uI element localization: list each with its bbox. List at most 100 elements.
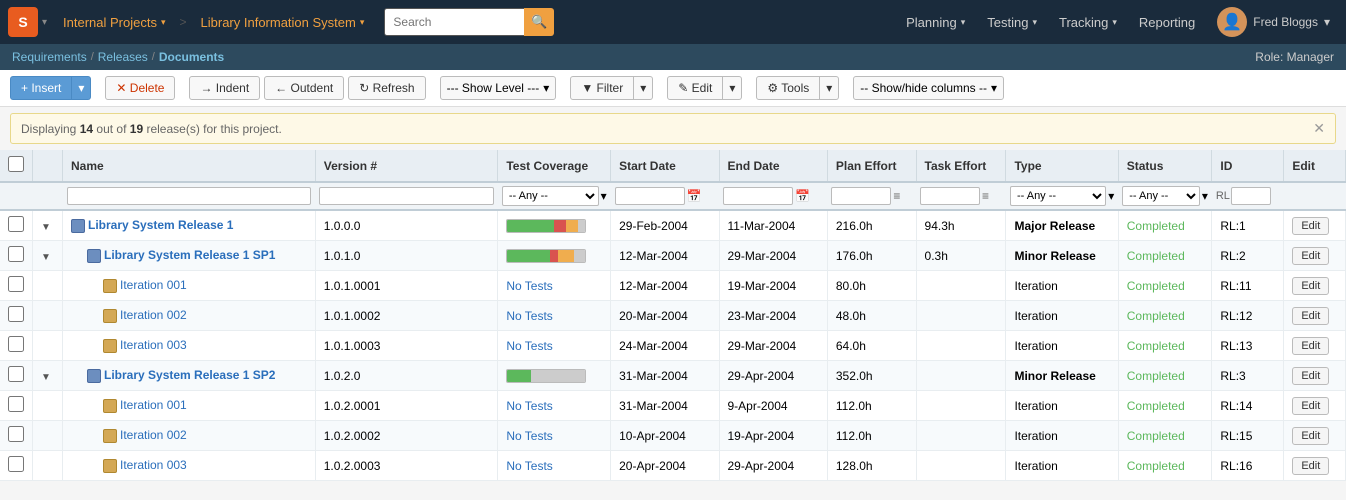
expand-collapse-icon[interactable]: ▼ xyxy=(41,372,51,383)
row-checkbox[interactable] xyxy=(8,306,24,322)
start-date-calendar-icon[interactable]: 📅 xyxy=(687,189,702,203)
header-id[interactable]: ID xyxy=(1212,150,1284,182)
filter-type-select[interactable]: -- Any -- xyxy=(1010,186,1106,206)
filter-name-input[interactable] xyxy=(67,187,312,205)
filter-coverage-select[interactable]: -- Any -- xyxy=(502,186,599,206)
row-checkbox[interactable] xyxy=(8,336,24,352)
header-plan-effort[interactable]: Plan Effort xyxy=(827,150,916,182)
row-checkbox[interactable] xyxy=(8,246,24,262)
info-close-button[interactable]: ✕ xyxy=(1313,120,1325,137)
filter-dropdown-button[interactable]: ▾ xyxy=(634,76,653,100)
tools-button[interactable]: ⚙ Tools xyxy=(756,76,820,100)
row-checkbox[interactable] xyxy=(8,276,24,292)
release-icon xyxy=(87,369,101,383)
nav-testing[interactable]: Testing ▾ xyxy=(977,11,1047,34)
row-name-link[interactable]: Iteration 003 xyxy=(120,458,187,472)
row-edit-button[interactable]: Edit xyxy=(1292,337,1329,355)
plan-effort-calc-icon[interactable]: ≡ xyxy=(893,189,900,203)
row-edit-button[interactable]: Edit xyxy=(1292,397,1329,415)
row-name-link[interactable]: Iteration 001 xyxy=(120,278,187,292)
user-menu-caret: ▾ xyxy=(1324,15,1330,29)
filter-status-select[interactable]: -- Any -- xyxy=(1122,186,1200,206)
row-edit-button[interactable]: Edit xyxy=(1292,367,1329,385)
select-all-checkbox[interactable] xyxy=(8,156,24,172)
info-count: 14 xyxy=(80,122,93,136)
insert-button[interactable]: + Insert xyxy=(10,76,72,100)
row-status-cell: Completed xyxy=(1118,241,1212,271)
row-name-link[interactable]: Library System Release 1 SP2 xyxy=(104,368,275,382)
row-name-link[interactable]: Library System Release 1 xyxy=(88,218,233,232)
nav-library-information-system[interactable]: Library Information System ▾ xyxy=(193,11,373,34)
filter-type-cell: -- Any -- ▾ xyxy=(1006,182,1118,210)
breadcrumb-requirements[interactable]: Requirements xyxy=(12,50,87,64)
show-level-select[interactable]: --- Show Level --- ▾ xyxy=(440,76,557,100)
filter-row: -- Any -- ▾ 📅 📅 xyxy=(0,182,1346,210)
nav-internal-projects[interactable]: Internal Projects ▾ xyxy=(55,11,173,34)
expand-collapse-icon[interactable]: ▼ xyxy=(41,252,51,263)
row-name-link[interactable]: Iteration 001 xyxy=(120,398,187,412)
delete-button[interactable]: ✕ Delete xyxy=(105,76,175,100)
header-type[interactable]: Type xyxy=(1006,150,1118,182)
expand-collapse-icon[interactable]: ▼ xyxy=(41,222,51,233)
row-checkbox-cell xyxy=(0,301,33,331)
header-expand-col xyxy=(33,150,63,182)
header-status[interactable]: Status xyxy=(1118,150,1212,182)
row-name-link[interactable]: Iteration 002 xyxy=(120,428,187,442)
table-header-row: Name Version # Test Coverage Start Date … xyxy=(0,150,1346,182)
row-edit-button[interactable]: Edit xyxy=(1292,307,1329,325)
refresh-button[interactable]: ↻ Refresh xyxy=(348,76,425,100)
row-type-cell: Iteration xyxy=(1006,391,1118,421)
header-end-date[interactable]: End Date xyxy=(719,150,827,182)
header-name[interactable]: Name xyxy=(63,150,316,182)
show-hide-select[interactable]: -- Show/hide columns -- ▾ xyxy=(853,76,1004,100)
user-menu[interactable]: 👤 Fred Bloggs ▾ xyxy=(1209,3,1338,41)
filter-start-date-input[interactable] xyxy=(615,187,685,205)
edit-dropdown-button[interactable]: ▾ xyxy=(723,76,742,100)
nav-dropdown-icon[interactable]: ▾ xyxy=(42,17,47,28)
header-test-coverage[interactable]: Test Coverage xyxy=(498,150,611,182)
nav-reporting[interactable]: Reporting xyxy=(1129,11,1205,34)
filter-id-input[interactable] xyxy=(1231,187,1271,205)
app-logo[interactable]: S xyxy=(8,7,38,37)
filter-version-input[interactable] xyxy=(319,187,494,205)
filter-task-effort-input[interactable] xyxy=(920,187,980,205)
row-checkbox[interactable] xyxy=(8,366,24,382)
search-button[interactable]: 🔍 xyxy=(524,8,554,36)
header-version[interactable]: Version # xyxy=(315,150,498,182)
table-row: Iteration 0011.0.2.0001No Tests31-Mar-20… xyxy=(0,391,1346,421)
row-edit-button[interactable]: Edit xyxy=(1292,427,1329,445)
header-start-date[interactable]: Start Date xyxy=(611,150,719,182)
row-checkbox[interactable] xyxy=(8,426,24,442)
indent-button[interactable]: → Indent xyxy=(189,76,260,100)
filter-end-date-input[interactable] xyxy=(723,187,793,205)
row-name-link[interactable]: Library System Release 1 SP1 xyxy=(104,248,275,262)
nav-planning[interactable]: Planning ▾ xyxy=(896,11,975,34)
coverage-segment xyxy=(531,370,586,382)
tools-dropdown-button[interactable]: ▾ xyxy=(820,76,839,100)
row-name-link[interactable]: Iteration 002 xyxy=(120,308,187,322)
insert-dropdown-button[interactable]: ▾ xyxy=(72,76,91,100)
edit-button[interactable]: ✎ Edit xyxy=(667,76,723,100)
outdent-button[interactable]: ← Outdent xyxy=(264,76,344,100)
row-checkbox[interactable] xyxy=(8,396,24,412)
row-checkbox[interactable] xyxy=(8,216,24,232)
row-task-effort-cell xyxy=(916,271,1006,301)
row-name-link[interactable]: Iteration 003 xyxy=(120,338,187,352)
row-edit-button[interactable]: Edit xyxy=(1292,277,1329,295)
row-edit-button[interactable]: Edit xyxy=(1292,217,1329,235)
row-edit-button[interactable]: Edit xyxy=(1292,457,1329,475)
nav-tracking[interactable]: Tracking ▾ xyxy=(1049,11,1127,34)
breadcrumb-releases[interactable]: Releases xyxy=(98,50,148,64)
header-task-effort[interactable]: Task Effort xyxy=(916,150,1006,182)
filter-button[interactable]: ▼ Filter xyxy=(570,76,634,100)
filter-plan-effort-input[interactable] xyxy=(831,187,891,205)
end-date-calendar-icon[interactable]: 📅 xyxy=(795,189,810,203)
row-edit-button[interactable]: Edit xyxy=(1292,247,1329,265)
search-input[interactable] xyxy=(384,8,524,36)
row-status-cell: Completed xyxy=(1118,361,1212,391)
logo-area[interactable]: S ▾ xyxy=(8,7,47,37)
row-plan-effort-cell: 352.0h xyxy=(827,361,916,391)
coverage-segment xyxy=(507,220,554,232)
row-checkbox[interactable] xyxy=(8,456,24,472)
task-effort-calc-icon[interactable]: ≡ xyxy=(982,189,989,203)
